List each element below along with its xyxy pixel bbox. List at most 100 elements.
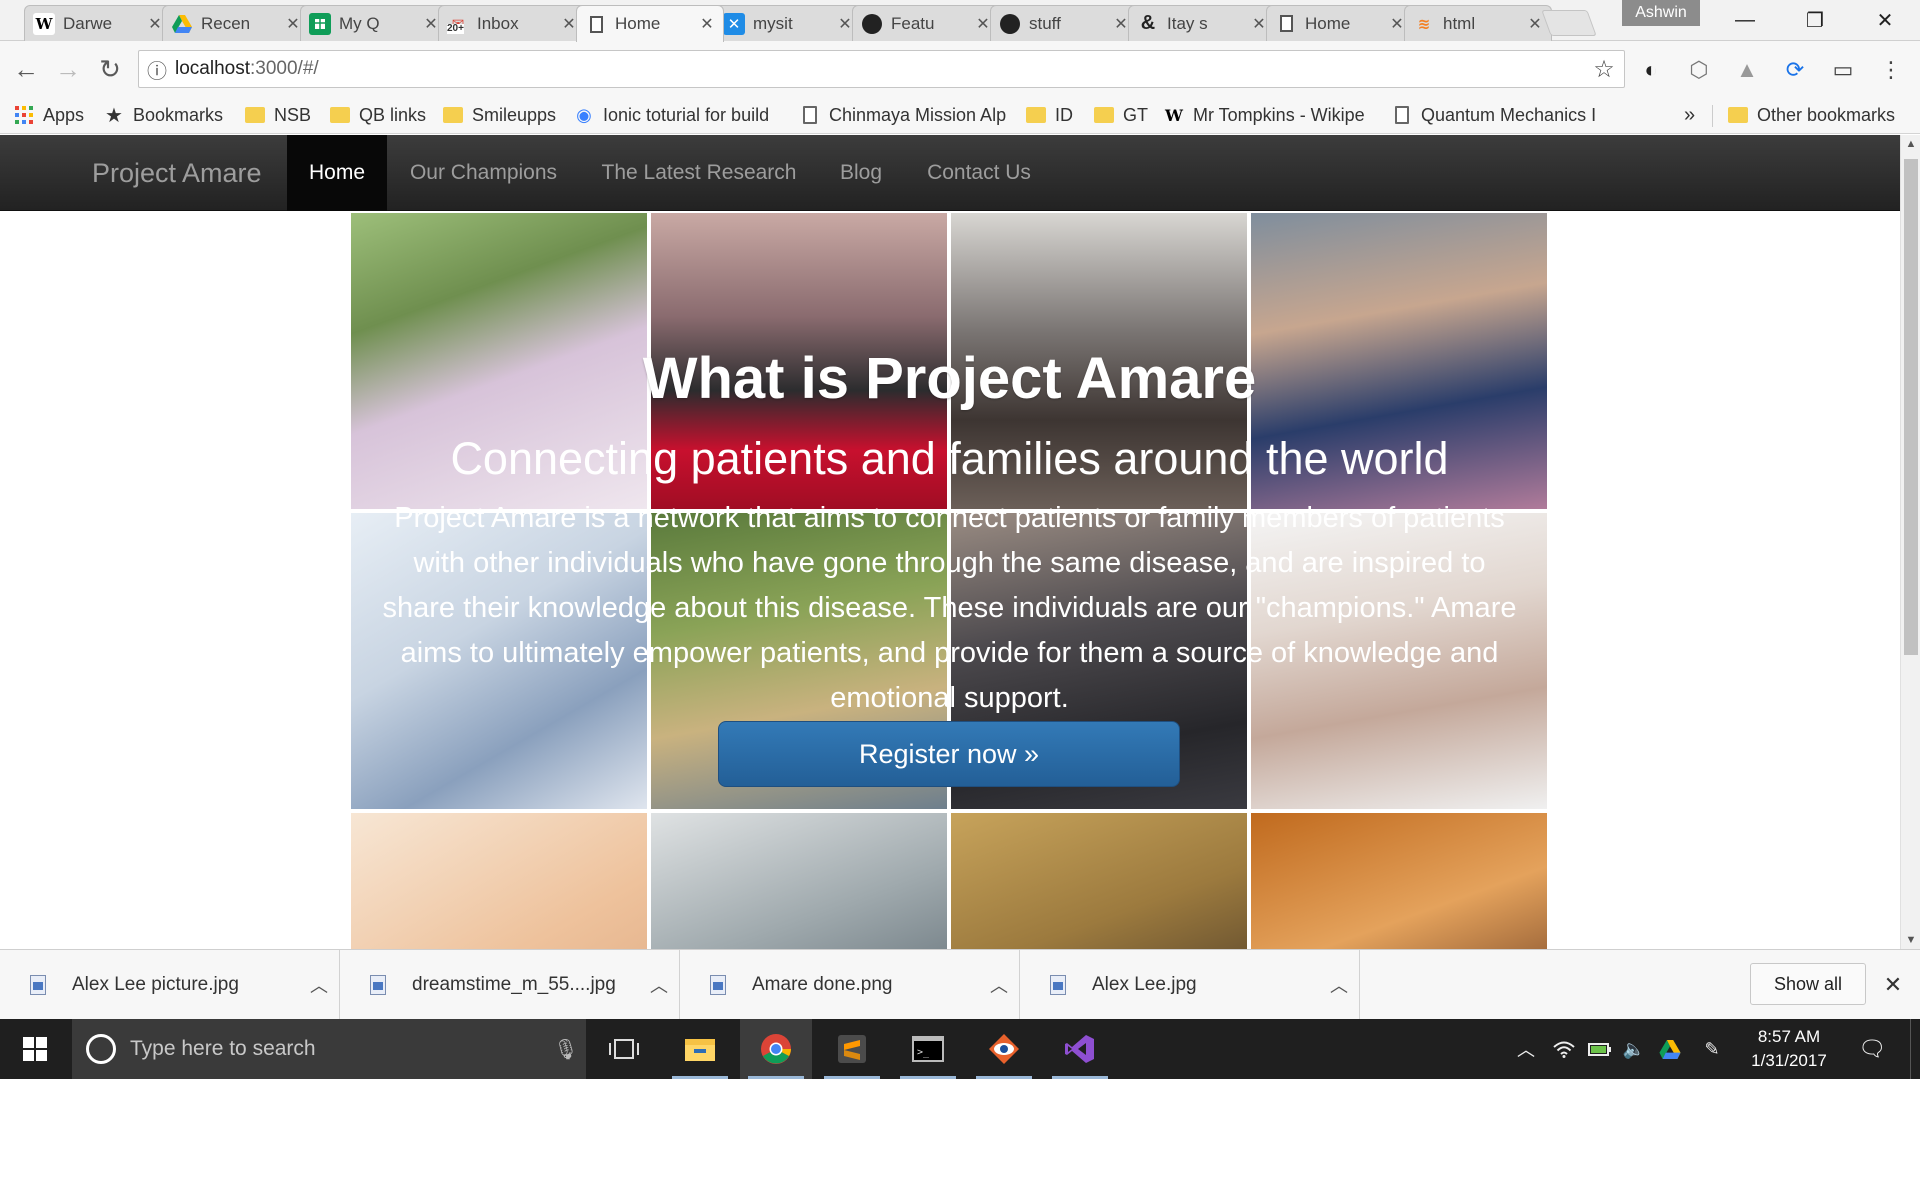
microphone-icon[interactable]: 🎙	[546, 1037, 586, 1062]
url-text[interactable]: localhost:3000/#/	[175, 58, 1584, 80]
nav-latest-research[interactable]: The Latest Research	[580, 135, 818, 211]
taskbar-search[interactable]: Type here to search 🎙	[72, 1019, 586, 1079]
close-icon[interactable]: ✕	[147, 14, 163, 34]
nav-contact-us[interactable]: Contact Us	[904, 135, 1054, 211]
site-brand[interactable]: Project Amare	[92, 135, 262, 211]
close-icon[interactable]: ✕	[561, 14, 577, 34]
chevron-up-icon[interactable]: ︿	[979, 972, 1019, 998]
bookmark-folder-nsb[interactable]: NSB	[245, 100, 311, 130]
browser-tab[interactable]: & Itay s ✕	[1128, 5, 1276, 41]
download-item[interactable]: Amare done.png ︿	[680, 950, 1020, 1020]
show-all-downloads-button[interactable]: Show all	[1750, 963, 1866, 1005]
taskbar-terminal[interactable]: >_	[892, 1019, 964, 1079]
scroll-down-arrow-icon[interactable]: ▼	[1901, 931, 1920, 949]
close-window-button[interactable]: ✕	[1850, 0, 1920, 41]
bookmark-mr-tompkins[interactable]: W Mr Tompkins - Wikipe	[1164, 100, 1369, 130]
tab-title: My Q	[339, 13, 380, 33]
close-icon[interactable]: ✕	[837, 14, 853, 34]
browser-tab[interactable]: stuff ✕	[990, 5, 1138, 41]
download-item[interactable]: Alex Lee picture.jpg ︿	[0, 950, 340, 1020]
bookmark-star-icon[interactable]: ☆	[1584, 55, 1624, 84]
browser-tab[interactable]: Recen ✕	[162, 5, 310, 41]
scroll-up-arrow-icon[interactable]: ▲	[1901, 135, 1920, 153]
taskbar-sublime-text[interactable]	[816, 1019, 888, 1079]
volume-icon[interactable]: 🔈	[1618, 1019, 1650, 1079]
browser-tab-active[interactable]: Home ✕	[576, 5, 724, 42]
bookmarks-overflow-button[interactable]: »	[1684, 100, 1695, 130]
browser-tab[interactable]: Home ✕	[1266, 5, 1414, 41]
close-icon[interactable]: ✕	[285, 14, 301, 34]
action-center-icon[interactable]: 🗨	[1852, 1019, 1892, 1079]
browser-tab[interactable]: Featu ✕	[852, 5, 1000, 41]
bookmark-folder-gt[interactable]: GT	[1094, 100, 1148, 130]
sync-extension-icon[interactable]: ⟳	[1778, 53, 1812, 87]
dark-mode-extension-icon[interactable]: ◐	[1634, 53, 1668, 87]
chevron-up-icon[interactable]: ︿	[639, 972, 679, 998]
info-icon[interactable]: ⓘ	[139, 55, 175, 84]
wifi-icon[interactable]	[1548, 1019, 1580, 1079]
start-button[interactable]	[0, 1019, 70, 1079]
browser-tab[interactable]: My Q ✕	[300, 5, 448, 41]
photo-library-student	[951, 813, 1247, 949]
google-drive-tray-icon[interactable]	[1654, 1019, 1686, 1079]
close-icon[interactable]: ✕	[1527, 14, 1543, 34]
taskbar-file-explorer[interactable]	[664, 1019, 736, 1079]
download-filename: Alex Lee.jpg	[1092, 974, 1197, 995]
hero-section: What is Project Amare Connecting patient…	[351, 213, 1548, 813]
reload-button[interactable]: ↻	[92, 51, 128, 87]
bookmark-quantum-mechanics[interactable]: Quantum Mechanics I	[1392, 100, 1602, 130]
register-now-button[interactable]: Register now »	[718, 721, 1180, 787]
taskbar-chrome[interactable]	[740, 1019, 812, 1079]
drive-extension-icon[interactable]: ▲	[1730, 53, 1764, 87]
chevron-up-icon[interactable]: ︿	[1319, 972, 1359, 998]
download-item[interactable]: dreamstime_m_55....jpg ︿	[340, 950, 680, 1020]
bookmark-folder-smileupps[interactable]: Smileupps	[443, 100, 556, 130]
taskbar-clock[interactable]: 8:57 AM 1/31/2017	[1742, 1025, 1836, 1073]
browser-tab[interactable]: ✕ mysit ✕	[714, 5, 862, 41]
profile-button[interactable]: Ashwin	[1622, 0, 1700, 26]
tray-chevron-up-icon[interactable]: ︿	[1510, 1019, 1542, 1079]
browser-tab[interactable]: ≋ html ✕	[1404, 5, 1552, 41]
show-desktop-button[interactable]	[1910, 1019, 1920, 1079]
battery-icon[interactable]	[1584, 1019, 1616, 1079]
taskbar-visual-studio[interactable]	[1044, 1019, 1116, 1079]
bookmark-folder-id[interactable]: ID	[1026, 100, 1073, 130]
bookmark-chinmaya[interactable]: Chinmaya Mission Alp	[800, 100, 1010, 130]
new-tab-button[interactable]	[1541, 10, 1597, 36]
minimize-button[interactable]: —	[1710, 0, 1780, 41]
angular-extension-icon[interactable]: ⬡	[1682, 53, 1716, 87]
close-icon[interactable]: ✕	[1389, 14, 1405, 34]
cast-icon[interactable]: ▭	[1826, 53, 1860, 87]
menu-kebab-icon[interactable]: ⋮	[1874, 53, 1908, 87]
nav-home[interactable]: Home	[287, 135, 387, 211]
browser-tab[interactable]: W Darwe ✕	[24, 5, 172, 41]
close-icon[interactable]: ✕	[1878, 970, 1908, 1000]
restore-button[interactable]: ❐	[1780, 0, 1850, 41]
other-bookmarks[interactable]: Other bookmarks	[1728, 100, 1895, 130]
bookmark-ionic-tutorial[interactable]: ◉ Ionic toturial for build	[574, 100, 779, 130]
browser-tab[interactable]: ✉ 20+ Inbox ✕	[438, 5, 586, 41]
close-icon[interactable]: ✕	[423, 14, 439, 34]
back-button[interactable]: ←	[8, 51, 44, 87]
address-bar[interactable]: ⓘ localhost:3000/#/ ☆	[138, 50, 1625, 88]
taskbar-image-viewer[interactable]	[968, 1019, 1040, 1079]
bookmark-folder-qb-links[interactable]: QB links	[330, 100, 426, 130]
close-icon[interactable]: ✕	[699, 14, 715, 34]
close-icon[interactable]: ✕	[1113, 14, 1129, 34]
bookmark-bookmarks[interactable]: ★ Bookmarks	[104, 100, 223, 130]
nav-our-champions[interactable]: Our Champions	[387, 135, 580, 211]
nav-blog[interactable]: Blog	[818, 135, 904, 211]
forward-button[interactable]: →	[50, 51, 86, 87]
scrollbar-thumb[interactable]	[1904, 159, 1918, 655]
download-item[interactable]: Alex Lee.jpg ︿	[1020, 950, 1360, 1020]
page-icon	[1275, 13, 1297, 35]
page-scrollbar[interactable]: ▲ ▼	[1900, 135, 1920, 949]
close-icon[interactable]: ✕	[975, 14, 991, 34]
bookmarks-bar: Apps ★ Bookmarks NSB QB links Smileupps …	[0, 97, 1920, 134]
bookmark-apps[interactable]: Apps	[14, 100, 84, 130]
task-view-button[interactable]	[588, 1019, 660, 1079]
download-filename: dreamstime_m_55....jpg	[412, 974, 616, 995]
close-icon[interactable]: ✕	[1251, 14, 1267, 34]
chevron-up-icon[interactable]: ︿	[299, 972, 339, 998]
pen-workspace-icon[interactable]: ✎	[1696, 1019, 1728, 1079]
